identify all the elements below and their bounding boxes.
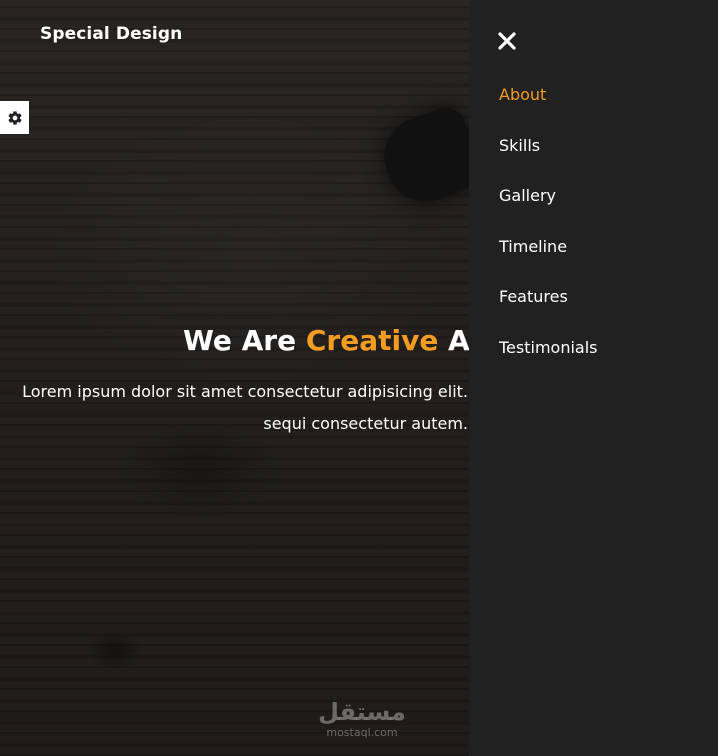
nav-link-skills[interactable]: Skills (499, 136, 540, 155)
hero-title-accent: Creative (305, 324, 439, 357)
hero-text: Lorem ipsum dolor sit amet consectetur a… (22, 382, 468, 433)
gear-icon (8, 110, 21, 125)
nav-item-timeline[interactable]: Timeline (499, 236, 598, 287)
nav-link-about[interactable]: About (499, 85, 546, 104)
nav-item-about[interactable]: About (499, 84, 598, 135)
site-logo[interactable]: Special Design (40, 24, 182, 44)
nav-item-testimonials[interactable]: Testimonials (499, 337, 598, 388)
nav-item-features[interactable]: Features (499, 286, 598, 337)
nav-list: About Skills Gallery Timeline Features T… (499, 84, 598, 388)
watermark-text: mostaql.com (326, 726, 398, 739)
nav-panel: About Skills Gallery Timeline Features T… (469, 0, 718, 756)
hero-title: We Are Creative Ag (183, 320, 490, 362)
close-icon (498, 32, 516, 50)
watermark: مستقل mostaql.com (312, 698, 412, 740)
nav-link-testimonials[interactable]: Testimonials (499, 338, 598, 357)
settings-button[interactable] (0, 101, 29, 134)
nav-link-timeline[interactable]: Timeline (499, 237, 567, 256)
nav-link-features[interactable]: Features (499, 287, 568, 306)
watermark-logo: مستقل (318, 698, 406, 726)
nav-link-gallery[interactable]: Gallery (499, 186, 556, 205)
close-button[interactable] (497, 31, 517, 51)
page: Special Design We Are Creative Ag Lorem … (0, 0, 718, 756)
nav-item-skills[interactable]: Skills (499, 135, 598, 186)
nav-item-gallery[interactable]: Gallery (499, 185, 598, 236)
hero-title-prefix: We Are (183, 324, 306, 357)
